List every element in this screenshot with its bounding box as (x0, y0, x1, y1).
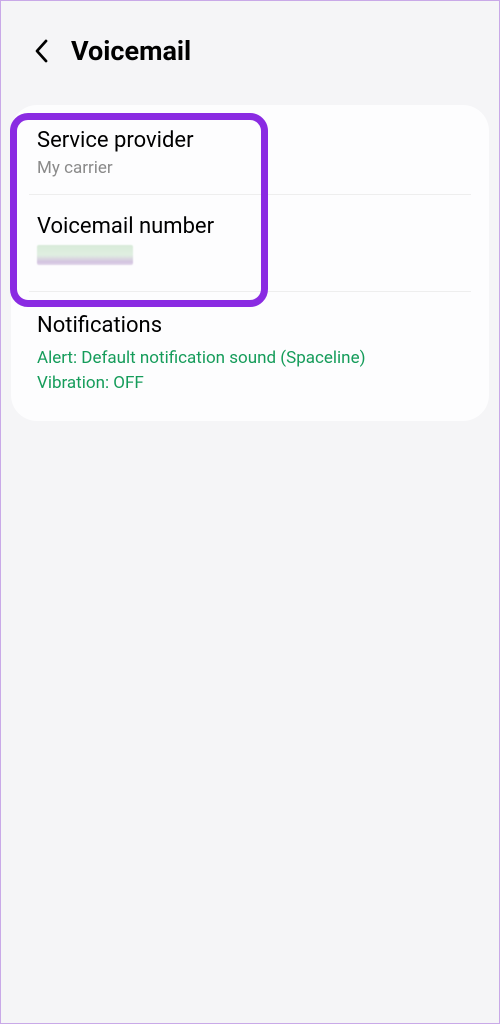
item-title: Notifications (37, 312, 463, 341)
notifications-item[interactable]: Notifications Alert: Default notificatio… (11, 292, 489, 421)
item-subtitle: My carrier (37, 158, 463, 178)
page-title: Voicemail (71, 35, 191, 67)
service-provider-item[interactable]: Service provider My carrier (11, 105, 489, 194)
back-icon[interactable] (31, 40, 53, 62)
item-title: Service provider (37, 127, 463, 156)
item-detail-line1: Alert: Default notification sound (Space… (37, 346, 463, 372)
redacted-value (37, 245, 133, 265)
page-header: Voicemail (1, 1, 499, 93)
settings-card: Service provider My carrier Voicemail nu… (11, 105, 489, 421)
item-detail-line2: Vibration: OFF (37, 371, 463, 397)
item-title: Voicemail number (37, 213, 463, 242)
voicemail-number-item[interactable]: Voicemail number (11, 195, 489, 292)
